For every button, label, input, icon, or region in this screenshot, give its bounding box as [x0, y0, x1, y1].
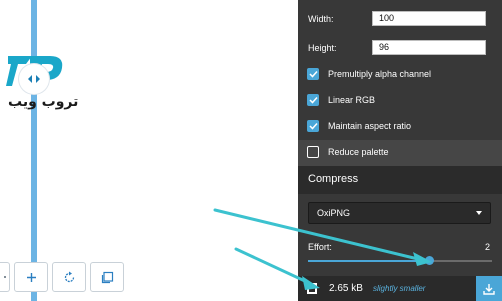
- premultiply-alpha-label: Premultiply alpha channel: [328, 69, 432, 79]
- reduce-palette-checkbox[interactable]: [307, 146, 319, 158]
- compare-divider[interactable]: [31, 0, 37, 301]
- width-row: Width: 100: [298, 11, 502, 27]
- chevron-down-icon: [476, 211, 482, 215]
- checkmark-icon: [308, 96, 318, 104]
- maintain-aspect-ratio-checkbox[interactable]: [307, 120, 319, 132]
- logo-wordmark: تروب ويب: [8, 94, 79, 110]
- height-row: Height: 96: [298, 40, 502, 56]
- zoom-out-button[interactable]: [0, 262, 10, 292]
- compress-section-header: Compress: [298, 166, 502, 194]
- result-file-size: 2.65 kB: [329, 283, 363, 294]
- settings-panel: Width: 100 Height: 96 Premultiply alpha …: [298, 0, 502, 301]
- option-reduce-palette[interactable]: Reduce palette: [298, 140, 502, 166]
- effort-slider-thumb[interactable]: [425, 256, 435, 265]
- checkmark-icon: [308, 70, 318, 78]
- compression-method-select[interactable]: OxiPNG: [308, 202, 491, 224]
- width-label: Width:: [308, 14, 334, 24]
- rotate-button[interactable]: [52, 262, 86, 292]
- zoom-in-button[interactable]: [14, 262, 48, 292]
- image-preview: تروب ويب: [0, 0, 298, 301]
- effort-value: 2: [484, 242, 490, 252]
- option-maintain-aspect-ratio[interactable]: Maintain aspect ratio: [298, 114, 502, 140]
- preview-toolbar: [0, 262, 128, 292]
- save-local-icon[interactable]: [306, 282, 318, 295]
- linear-rgb-checkbox[interactable]: [307, 94, 319, 106]
- rotate-icon: [64, 271, 74, 282]
- height-label: Height:: [308, 43, 337, 53]
- compression-method-value: OxiPNG: [317, 208, 351, 218]
- effort-label: Effort:: [308, 242, 332, 252]
- linear-rgb-label: Linear RGB: [328, 95, 376, 105]
- option-linear-rgb[interactable]: Linear RGB: [298, 88, 502, 114]
- result-size-note: slightly smaller: [373, 284, 426, 293]
- plus-icon: [26, 272, 36, 282]
- fit-screen-icon: [101, 271, 113, 283]
- minus-icon: [4, 276, 6, 278]
- option-premultiply-alpha[interactable]: Premultiply alpha channel: [298, 62, 502, 88]
- split-arrows-icon: [28, 75, 40, 83]
- height-input[interactable]: 96: [372, 40, 486, 55]
- result-bar: 2.65 kB slightly smaller: [298, 276, 502, 301]
- divider-handle[interactable]: [19, 64, 49, 94]
- checkmark-icon: [308, 122, 318, 130]
- reduce-palette-label: Reduce palette: [328, 147, 389, 157]
- maintain-aspect-ratio-label: Maintain aspect ratio: [328, 121, 412, 131]
- compress-title: Compress: [308, 173, 359, 185]
- download-icon: [483, 283, 495, 295]
- premultiply-alpha-checkbox[interactable]: [307, 68, 319, 80]
- download-button[interactable]: [476, 276, 502, 301]
- effort-slider-fill: [308, 260, 430, 262]
- effort-slider[interactable]: [308, 256, 492, 265]
- width-input[interactable]: 100: [372, 11, 486, 26]
- fit-screen-button[interactable]: [90, 262, 124, 292]
